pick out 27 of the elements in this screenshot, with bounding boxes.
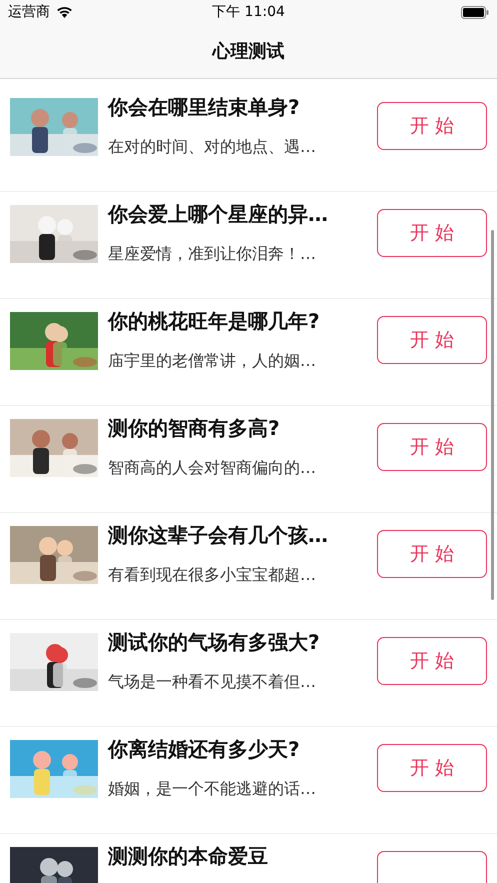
test-title: 你的桃花旺年是哪几年? bbox=[108, 308, 321, 334]
test-description: 气场是一种看不见摸不着但… bbox=[108, 671, 317, 693]
test-description: 星座爱情，准到让你泪奔！… bbox=[108, 243, 317, 265]
test-description: 庙宇里的老僧常讲，人的姻… bbox=[108, 350, 317, 372]
test-description: 智商高的人会对智商偏向的… bbox=[108, 457, 317, 479]
start-button[interactable]: 开 始 bbox=[377, 744, 487, 792]
carrier-label: 运营商 bbox=[8, 3, 50, 21]
test-description: 在对的时间、对的地点、遇… bbox=[108, 136, 317, 158]
test-title: 你会爱上哪个星座的异… bbox=[108, 201, 329, 227]
clock-time: 下午 11:04 bbox=[212, 4, 285, 20]
start-button[interactable]: 开 始 bbox=[377, 316, 487, 364]
test-description: 婚姻，是一个不能逃避的话… bbox=[108, 778, 317, 800]
test-title: 测你的智商有多高? bbox=[108, 415, 281, 441]
start-button[interactable]: 开 始 bbox=[377, 423, 487, 471]
start-button[interactable]: 开 始 bbox=[377, 102, 487, 150]
battery-icon bbox=[460, 6, 489, 18]
test-title: 你离结婚还有多少天? bbox=[108, 736, 301, 762]
test-title: 你会在哪里结束单身? bbox=[108, 94, 301, 120]
wifi-icon bbox=[56, 6, 73, 18]
test-title: 测试你的气场有多强大? bbox=[108, 629, 321, 655]
start-button[interactable]: 开 始 bbox=[377, 209, 487, 257]
test-title: 测测你的本命爱豆 bbox=[108, 843, 269, 869]
nav-title: 心理测试 bbox=[212, 40, 284, 63]
start-button[interactable]: 开 始 bbox=[377, 530, 487, 578]
test-title: 测你这辈子会有几个孩… bbox=[108, 522, 329, 548]
start-button[interactable]: 开 始 bbox=[377, 637, 487, 685]
test-description: 有看到现在很多小宝宝都超… bbox=[108, 564, 317, 586]
